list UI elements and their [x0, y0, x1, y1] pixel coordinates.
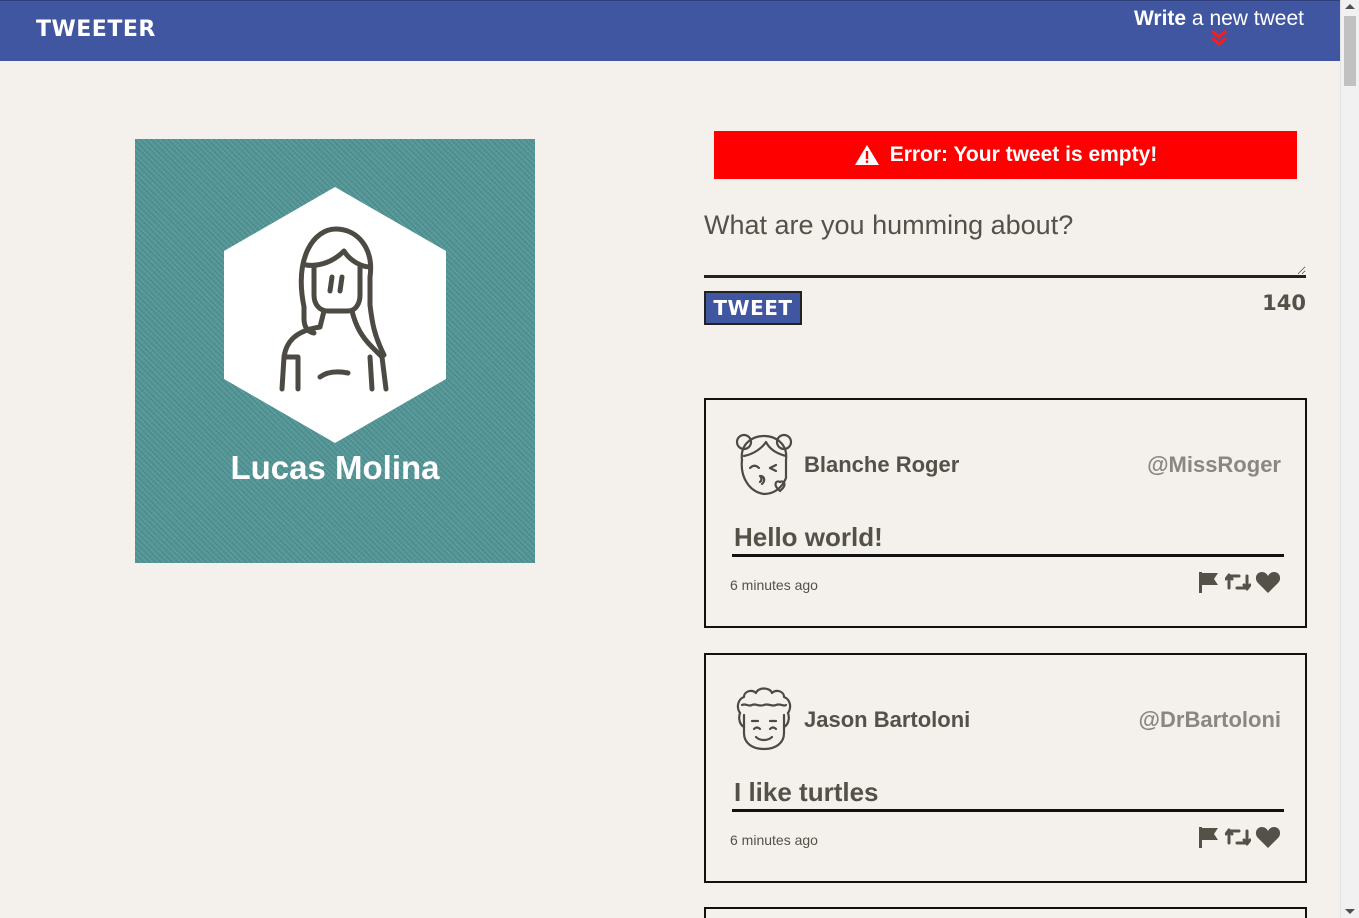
flag-icon[interactable]: [1197, 825, 1221, 854]
tweet-card: Jason Bartoloni @DrBartoloni I like turt…: [704, 653, 1307, 883]
error-banner: Error: Your tweet is empty!: [714, 131, 1297, 179]
profile-name: Lucas Molina: [230, 449, 440, 486]
profile-card: Lucas Molina: [135, 139, 535, 563]
page: TWEETER Write a new tweet Lucas Molina E…: [0, 0, 1359, 918]
tweet-actions: [1197, 570, 1281, 599]
top-nav: TWEETER Write a new tweet: [0, 0, 1340, 61]
page-scrollbar[interactable]: [1340, 0, 1359, 918]
girl-avatar-icon: [224, 187, 446, 443]
brand-logo[interactable]: TWEETER: [36, 17, 156, 42]
tweet-content: I like turtles: [732, 775, 1284, 812]
tweet-card: Blanche Roger @MissRoger Hello world! 6 …: [704, 398, 1307, 628]
tweet-card: [704, 907, 1307, 918]
tweet-author-handle: @DrBartoloni: [1138, 707, 1281, 732]
double-chevron-down-icon: [1211, 29, 1227, 46]
heart-icon[interactable]: [1255, 825, 1281, 854]
tweet-author-name: Jason Bartoloni: [804, 707, 971, 732]
error-message: Error: Your tweet is empty!: [889, 143, 1158, 166]
compose-form: TWEET 140: [704, 206, 1306, 325]
tweet-author-handle: @MissRoger: [1147, 452, 1281, 477]
girl-kiss-avatar-icon: [735, 433, 793, 496]
scrollbar-thumb[interactable]: [1344, 16, 1356, 86]
tweet-timestamp: 6 minutes ago: [730, 832, 818, 848]
warning-triangle-icon: [854, 145, 879, 165]
curly-hair-boy-avatar-icon: [736, 687, 792, 751]
character-counter: 140: [1262, 291, 1306, 315]
retweet-icon[interactable]: [1224, 570, 1252, 599]
tweet-content: Hello world!: [732, 520, 1284, 557]
tweet-timestamp: 6 minutes ago: [730, 577, 818, 593]
tweet-button[interactable]: TWEET: [704, 291, 802, 325]
write-new-tweet-toggle[interactable]: Write a new tweet: [1134, 7, 1304, 47]
tweet-author-name: Blanche Roger: [804, 452, 960, 477]
tweet-input[interactable]: [704, 206, 1306, 278]
retweet-icon[interactable]: [1224, 825, 1252, 854]
scroll-down-arrow-icon[interactable]: [1345, 909, 1355, 914]
flag-icon[interactable]: [1197, 570, 1221, 599]
write-label-strong: Write: [1133, 7, 1187, 30]
heart-icon[interactable]: [1255, 570, 1281, 599]
write-label-rest: a new tweet: [1186, 7, 1304, 30]
scroll-up-arrow-icon[interactable]: [1345, 4, 1355, 9]
tweet-actions: [1197, 825, 1281, 854]
